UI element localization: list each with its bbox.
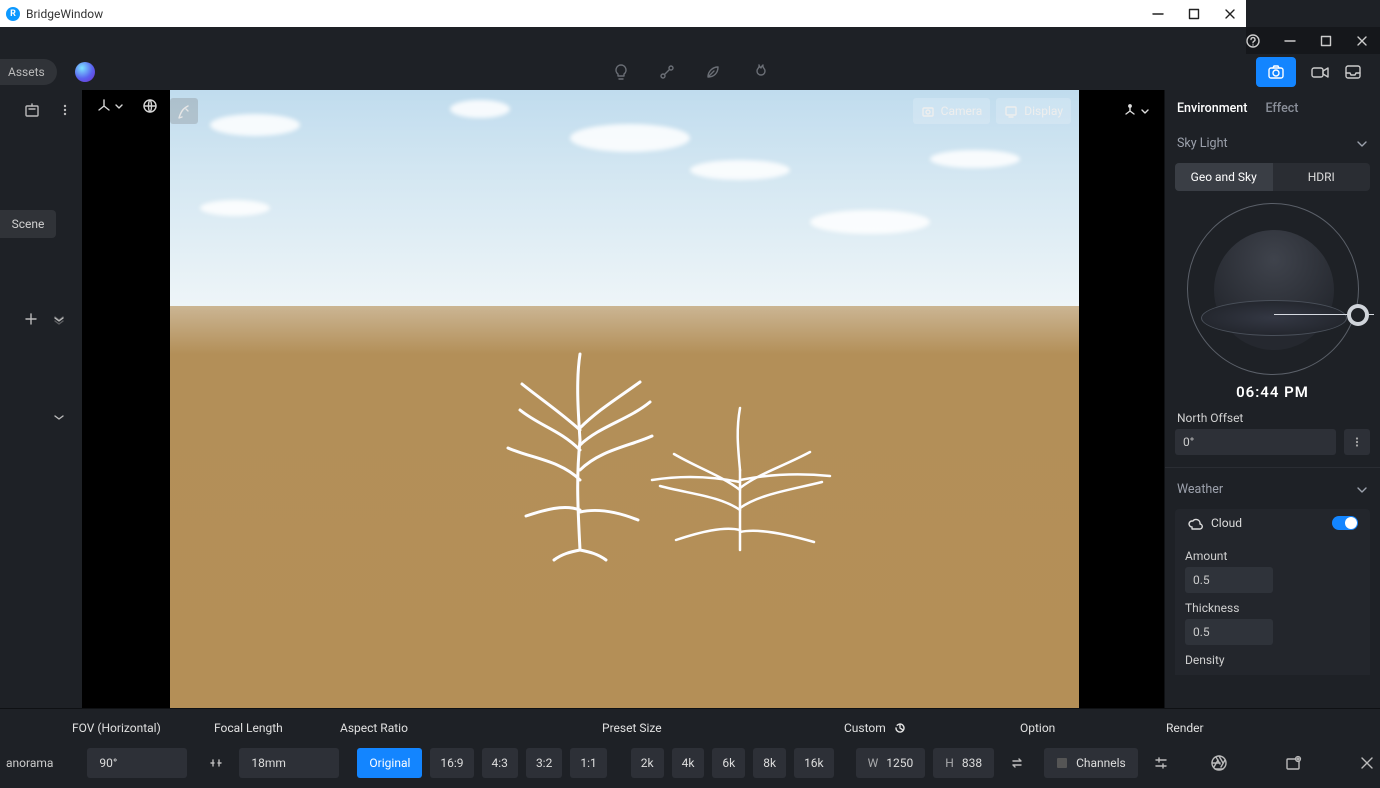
cloud-label: Cloud bbox=[1211, 516, 1242, 530]
photo-mode-button[interactable] bbox=[1256, 57, 1296, 87]
bridge-minimize-icon[interactable] bbox=[1152, 8, 1164, 20]
fire-icon[interactable] bbox=[750, 63, 768, 81]
north-offset-label: North Offset bbox=[1165, 401, 1380, 429]
video-mode-icon[interactable] bbox=[1310, 63, 1330, 81]
amount-input[interactable]: 0.5 bbox=[1185, 567, 1273, 593]
preset-16k-button[interactable]: 16k bbox=[794, 748, 834, 778]
render-label: Render bbox=[1166, 721, 1204, 735]
add-icon[interactable] bbox=[24, 312, 38, 326]
more-vertical-icon[interactable] bbox=[58, 103, 72, 117]
scene-tab[interactable]: Scene bbox=[0, 210, 56, 238]
preset-2k-button[interactable]: 2k bbox=[631, 748, 664, 778]
ratio-169-button[interactable]: 16:9 bbox=[430, 748, 473, 778]
hdri-button[interactable]: HDRI bbox=[1273, 163, 1371, 191]
leaf-icon[interactable] bbox=[704, 63, 722, 81]
expand-icon[interactable] bbox=[52, 410, 66, 424]
ratio-43-button[interactable]: 4:3 bbox=[482, 748, 518, 778]
chevron-down-icon[interactable] bbox=[1356, 484, 1368, 496]
help-icon[interactable] bbox=[1246, 34, 1260, 48]
density-label: Density bbox=[1185, 653, 1360, 667]
app-minimize-icon[interactable] bbox=[1284, 35, 1296, 47]
right-panel: Environment Effect Sky Light Geo and Sky… bbox=[1164, 90, 1380, 708]
display-button[interactable]: Display bbox=[996, 98, 1071, 124]
tab-effect[interactable]: Effect bbox=[1265, 101, 1298, 116]
geo-sky-button[interactable]: Geo and Sky bbox=[1175, 163, 1273, 191]
custom-label[interactable]: Custom bbox=[844, 721, 906, 735]
bridge-window-titlebar: R BridgeWindow bbox=[0, 0, 1246, 27]
bridge-close-icon[interactable] bbox=[1224, 8, 1236, 20]
sun-position-widget[interactable] bbox=[1187, 203, 1359, 375]
thickness-input[interactable]: 0.5 bbox=[1185, 619, 1273, 645]
preset-6k-button[interactable]: 6k bbox=[712, 748, 745, 778]
ratio-32-button[interactable]: 3:2 bbox=[526, 748, 562, 778]
axis-dropdown[interactable] bbox=[96, 98, 124, 114]
app-titlebar bbox=[1246, 27, 1380, 54]
focal-input[interactable]: 18mm bbox=[239, 748, 339, 778]
view-dropdown[interactable] bbox=[1118, 98, 1154, 124]
swap-wh-icon[interactable] bbox=[1002, 748, 1032, 778]
settings-sliders-icon[interactable] bbox=[1146, 748, 1176, 778]
collapse-icon[interactable] bbox=[52, 312, 66, 326]
preset-4k-button[interactable]: 4k bbox=[672, 748, 705, 778]
material-orb-icon[interactable] bbox=[75, 62, 95, 82]
app-close-icon[interactable] bbox=[1356, 35, 1368, 47]
preset-label: Preset Size bbox=[602, 721, 662, 735]
brush-icon[interactable] bbox=[170, 98, 198, 124]
assets-tab[interactable]: Assets bbox=[0, 59, 57, 85]
bridge-maximize-icon[interactable] bbox=[1188, 8, 1200, 20]
ratio-11-button[interactable]: 1:1 bbox=[570, 748, 606, 778]
aspect-label: Aspect Ratio bbox=[340, 721, 408, 735]
time-label: 06:44 PM bbox=[1165, 383, 1380, 401]
inbox-icon[interactable] bbox=[1344, 63, 1362, 81]
left-rail: Scene bbox=[0, 90, 82, 708]
option-label: Option bbox=[1020, 721, 1055, 735]
amount-label: Amount bbox=[1185, 549, 1360, 563]
ratio-original-button[interactable]: Original bbox=[357, 748, 422, 778]
height-input[interactable]: H838 bbox=[933, 748, 994, 778]
bottom-bar: FOV (Horizontal) Focal Length Aspect Rat… bbox=[0, 708, 1380, 788]
chevron-down-icon[interactable] bbox=[1356, 138, 1368, 150]
sun-handle-icon[interactable] bbox=[1347, 304, 1369, 326]
plant-1 bbox=[500, 340, 660, 560]
skylight-header[interactable]: Sky Light bbox=[1177, 136, 1228, 151]
globe-icon[interactable] bbox=[142, 98, 158, 114]
bridge-title: BridgeWindow bbox=[26, 7, 103, 21]
app-maximize-icon[interactable] bbox=[1320, 35, 1332, 47]
render-aperture-icon[interactable] bbox=[1204, 748, 1234, 778]
north-offset-more-icon[interactable] bbox=[1344, 429, 1370, 455]
panorama-tab[interactable]: anorama bbox=[0, 748, 63, 778]
width-input[interactable]: W1250 bbox=[856, 748, 926, 778]
focal-link-icon[interactable] bbox=[201, 748, 231, 778]
close-render-icon[interactable] bbox=[1352, 748, 1380, 778]
plant-2 bbox=[640, 390, 840, 560]
camera-button[interactable]: Camera bbox=[913, 98, 991, 124]
top-toolbar: Assets bbox=[0, 54, 1380, 90]
focal-label: Focal Length bbox=[214, 721, 283, 735]
thickness-label: Thickness bbox=[1185, 601, 1360, 615]
channels-button[interactable]: Channels bbox=[1044, 748, 1138, 778]
cloud-toggle[interactable] bbox=[1332, 516, 1358, 530]
render-queue-icon[interactable] bbox=[1278, 748, 1308, 778]
fov-input[interactable]: 90° bbox=[87, 748, 187, 778]
lightbulb-icon[interactable] bbox=[612, 63, 630, 81]
weather-header[interactable]: Weather bbox=[1177, 482, 1223, 497]
add-to-scene-icon[interactable] bbox=[24, 102, 40, 118]
bridge-app-icon: R bbox=[6, 7, 20, 21]
cloud-icon bbox=[1187, 515, 1203, 531]
link-icon[interactable] bbox=[658, 63, 676, 81]
fov-label: FOV (Horizontal) bbox=[72, 721, 161, 735]
viewport-right-gutter bbox=[1079, 90, 1164, 708]
tab-environment[interactable]: Environment bbox=[1177, 101, 1247, 116]
preset-8k-button[interactable]: 8k bbox=[753, 748, 786, 778]
viewport-left-gutter bbox=[82, 90, 170, 708]
north-offset-input[interactable]: 0° bbox=[1175, 429, 1336, 455]
viewport[interactable]: Camera Display bbox=[170, 90, 1079, 708]
